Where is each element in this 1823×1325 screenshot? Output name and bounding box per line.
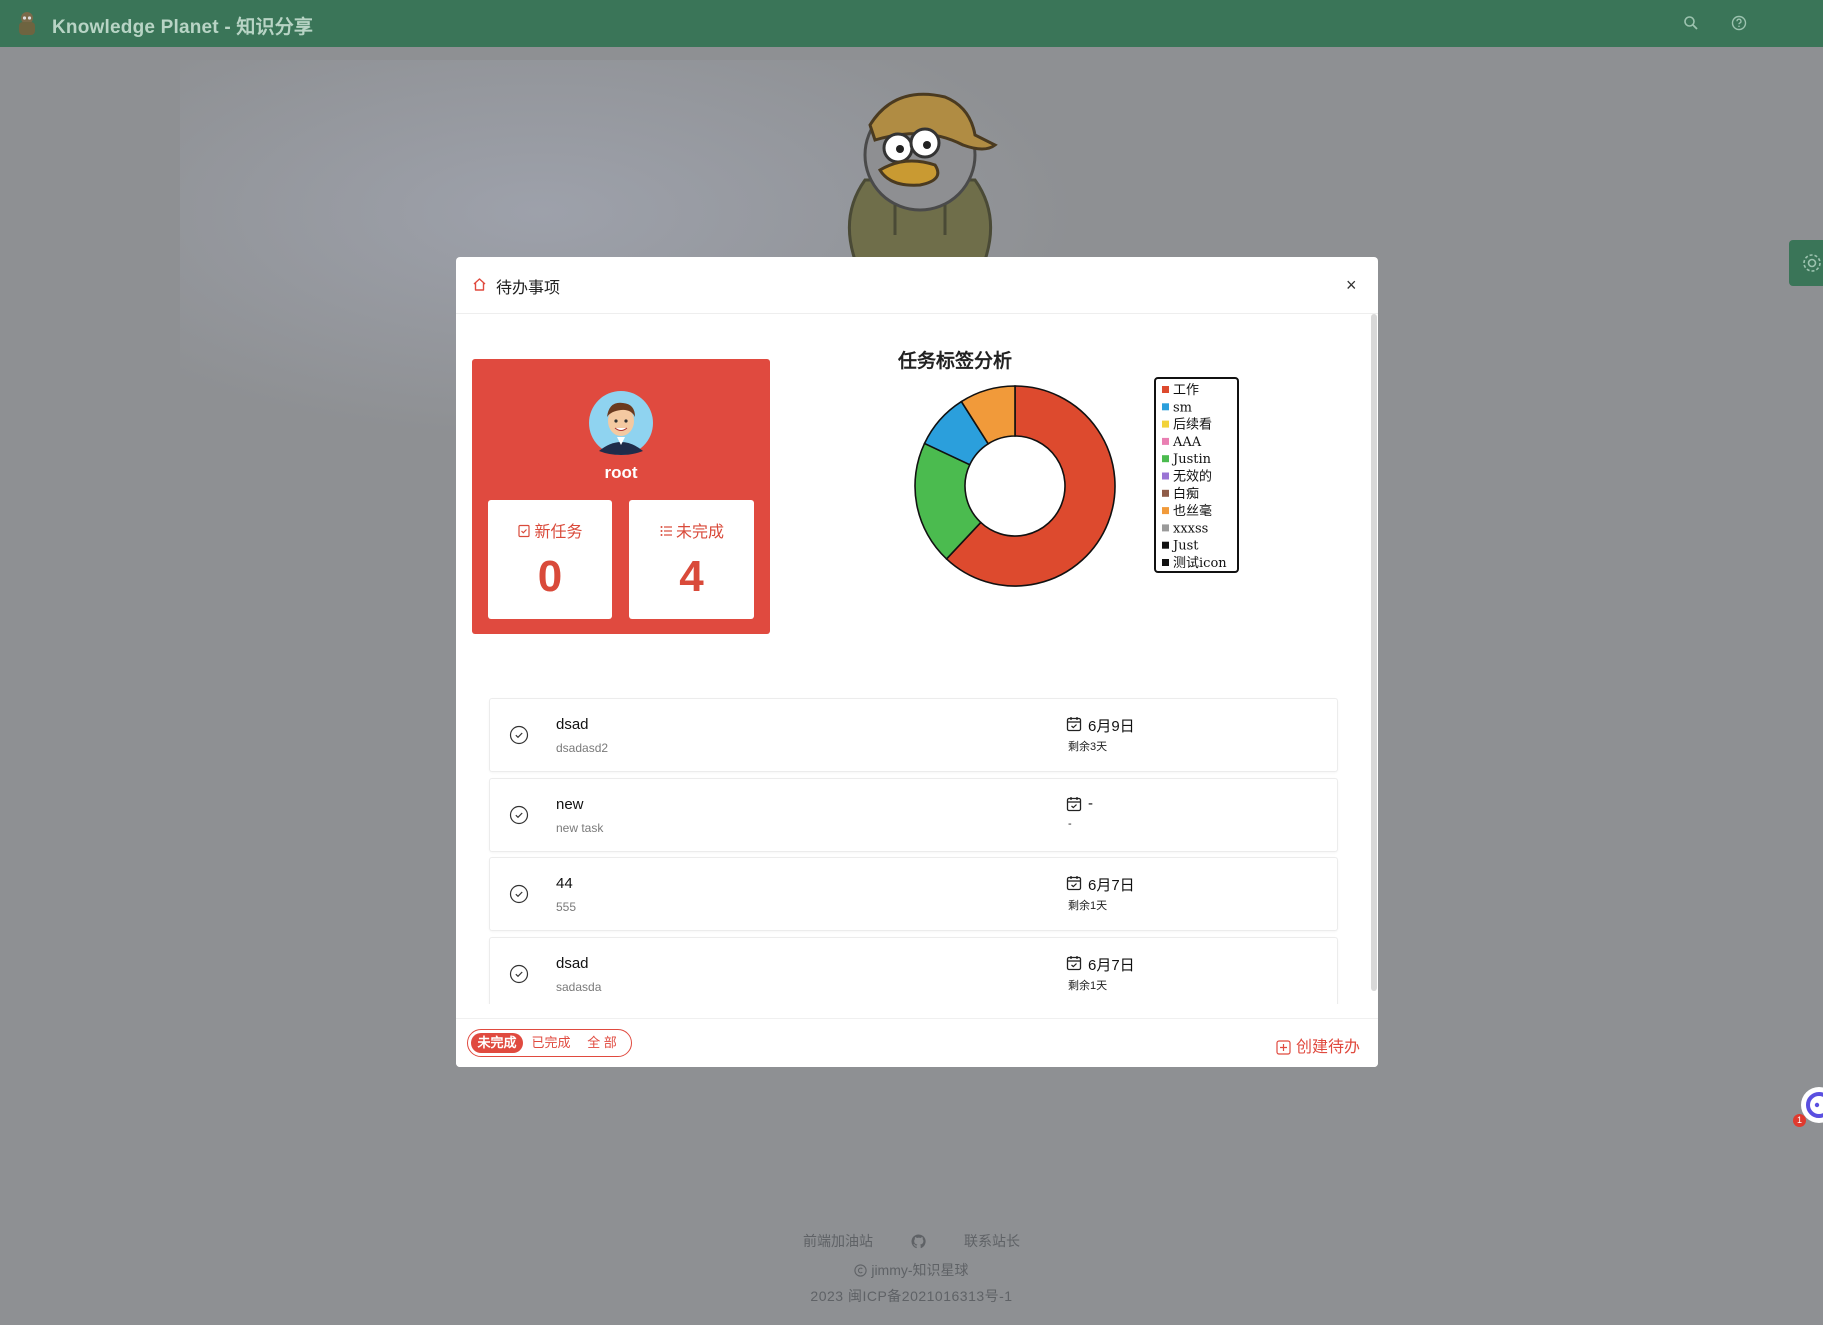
check-circle-icon[interactable] [509,964,529,984]
donut-group [914,385,1116,587]
calendar-icon [1066,717,1082,732]
chart-title: 任务标签分析 [897,349,1012,372]
modal-title: 待办事项 [496,280,561,297]
stat-incomplete-label: 未完成 [629,518,754,542]
legend-swatch [1162,472,1169,480]
stat-new-tasks-label: 新任务 [488,518,612,542]
task-title: dsad [556,716,589,733]
footer-copyright-text: jimmy-知识星球 [871,1262,969,1278]
stat-new-tasks-text: 新任务 [534,524,583,541]
legend-item[interactable]: Justin [1171,452,1212,467]
task-description: sadasda [556,980,602,994]
search-icon[interactable] [1683,15,1699,31]
legend-item[interactable]: 工作 [1173,383,1199,398]
task-remaining: - [1068,818,1072,830]
task-item[interactable]: new new task - - [489,778,1338,852]
legend-item[interactable]: 也丝毫 [1173,503,1212,519]
legend-item[interactable]: 后续看 [1173,417,1212,433]
task-due-date: 6月9日 [1088,718,1135,735]
task-item[interactable]: dsad dsadasd2 6月9日剩余3天 [489,698,1338,772]
legend-swatch [1162,420,1169,428]
task-title: new [556,796,584,813]
username: root [604,463,638,482]
legend-item[interactable]: 白痴 [1173,486,1199,502]
legend-swatch [1162,524,1169,532]
status-filter: 未完成 已完成 全 部 [467,1029,632,1057]
task-due-date: - [1088,795,1093,812]
footer-link-contact[interactable]: 联系站长 [964,1231,1020,1251]
stat-incomplete-value: 4 [679,552,704,601]
stat-new-tasks-value: 0 [537,552,563,601]
task-due-date: 6月7日 [1088,877,1135,894]
check-circle-icon[interactable] [509,725,529,745]
task-due-date: 6月7日 [1088,957,1135,974]
legend-item[interactable]: 测试icon [1173,556,1227,571]
legend-swatch [1162,559,1169,566]
logo-icon[interactable] [15,10,39,36]
profile-card: root 新任务 0 未完成 4 [472,359,770,634]
github-icon[interactable] [911,1233,926,1249]
close-icon[interactable]: × [1346,276,1357,294]
legend-item[interactable]: 无效的 [1173,469,1212,485]
legend-swatch [1162,507,1169,515]
stat-incomplete-text: 未完成 [675,524,724,541]
legend-item[interactable]: AAA [1172,435,1202,450]
list-icon [660,526,672,536]
check-circle-icon[interactable] [509,884,529,904]
footer-icp[interactable]: 2023 闽ICP备2021016313号-1 [0,1286,1823,1306]
legend-item[interactable]: Just [1171,539,1199,554]
stat-incomplete[interactable]: 未完成 4 [629,500,754,619]
footer-copyright: jimmy-知识星球 [0,1260,1823,1280]
modal-footer: 未完成 已完成 全 部 创建待办 [456,1018,1378,1067]
top-bar: Knowledge Planet - 知识分享 [0,0,1823,47]
legend-swatch [1162,489,1169,497]
avatar[interactable] [589,391,653,455]
legend-swatch [1162,386,1169,393]
legend-swatch [1162,437,1169,445]
legend-item[interactable]: xxxss [1173,521,1208,536]
task-remaining: 剩余1天 [1068,900,1108,912]
settings-tab[interactable] [1789,240,1823,286]
calendar-icon [1066,797,1082,812]
task-description: new task [556,821,604,835]
mascot-image [847,92,998,260]
task-remaining: 剩余3天 [1068,741,1108,753]
task-description: dsadasd2 [556,741,609,755]
legend-item[interactable]: sm [1173,400,1192,415]
filter-all[interactable]: 全 部 [578,1033,626,1053]
filter-incomplete[interactable]: 未完成 [471,1033,523,1053]
checklist-icon [518,524,531,538]
home-icon [473,278,486,291]
check-circle-icon[interactable] [509,805,529,825]
notification-badge: 1 [1793,1114,1806,1127]
add-icon [1276,1040,1291,1055]
calendar-icon [1066,956,1082,971]
calendar-icon [1066,876,1082,891]
modal-scrollbar[interactable] [1371,314,1377,991]
task-item[interactable]: dsad sadasda 6月7日剩余1天 [489,937,1338,1004]
task-title: 44 [556,875,573,892]
copyright-icon [854,1264,868,1277]
modal-body: root 新任务 0 未完成 4 任务标签分析 工作 sm 后续看 AAA Ju… [456,314,1368,1004]
stat-new-tasks[interactable]: 新任务 0 [488,500,612,619]
filter-completed[interactable]: 已完成 [526,1033,576,1053]
todo-modal: 待办事项 × root 新任务 0 未完成 4 任务标签分析 工作 sm 后续看… [456,257,1378,1067]
gear-icon [1803,254,1821,272]
site-title[interactable]: Knowledge Planet - 知识分享 [52,12,313,39]
tag-analysis-chart: 任务标签分析 工作 sm 后续看 AAA Justin 无效的白痴也丝毫 xxxss Just… [897,349,1239,587]
modal-header: 待办事项 × [456,257,1378,314]
footer-link-frontend[interactable]: 前端加油站 [803,1231,873,1251]
create-todo-button[interactable]: 创建待办 [1276,1033,1360,1057]
help-icon[interactable] [1731,15,1747,31]
task-description: 555 [556,900,577,914]
legend-swatch [1162,455,1169,463]
create-todo-label: 创建待办 [1296,1039,1361,1056]
task-title: dsad [556,955,589,972]
task-remaining: 剩余1天 [1068,980,1108,992]
page-footer: 前端加油站 联系站长 jimmy-知识星球 2023 闽ICP备20210163… [0,1230,1823,1306]
chat-widget[interactable]: 1 [1793,1085,1823,1127]
legend-swatch [1162,541,1169,549]
legend-swatch [1162,403,1169,411]
task-item[interactable]: 44 555 6月7日剩余1天 [489,857,1338,931]
